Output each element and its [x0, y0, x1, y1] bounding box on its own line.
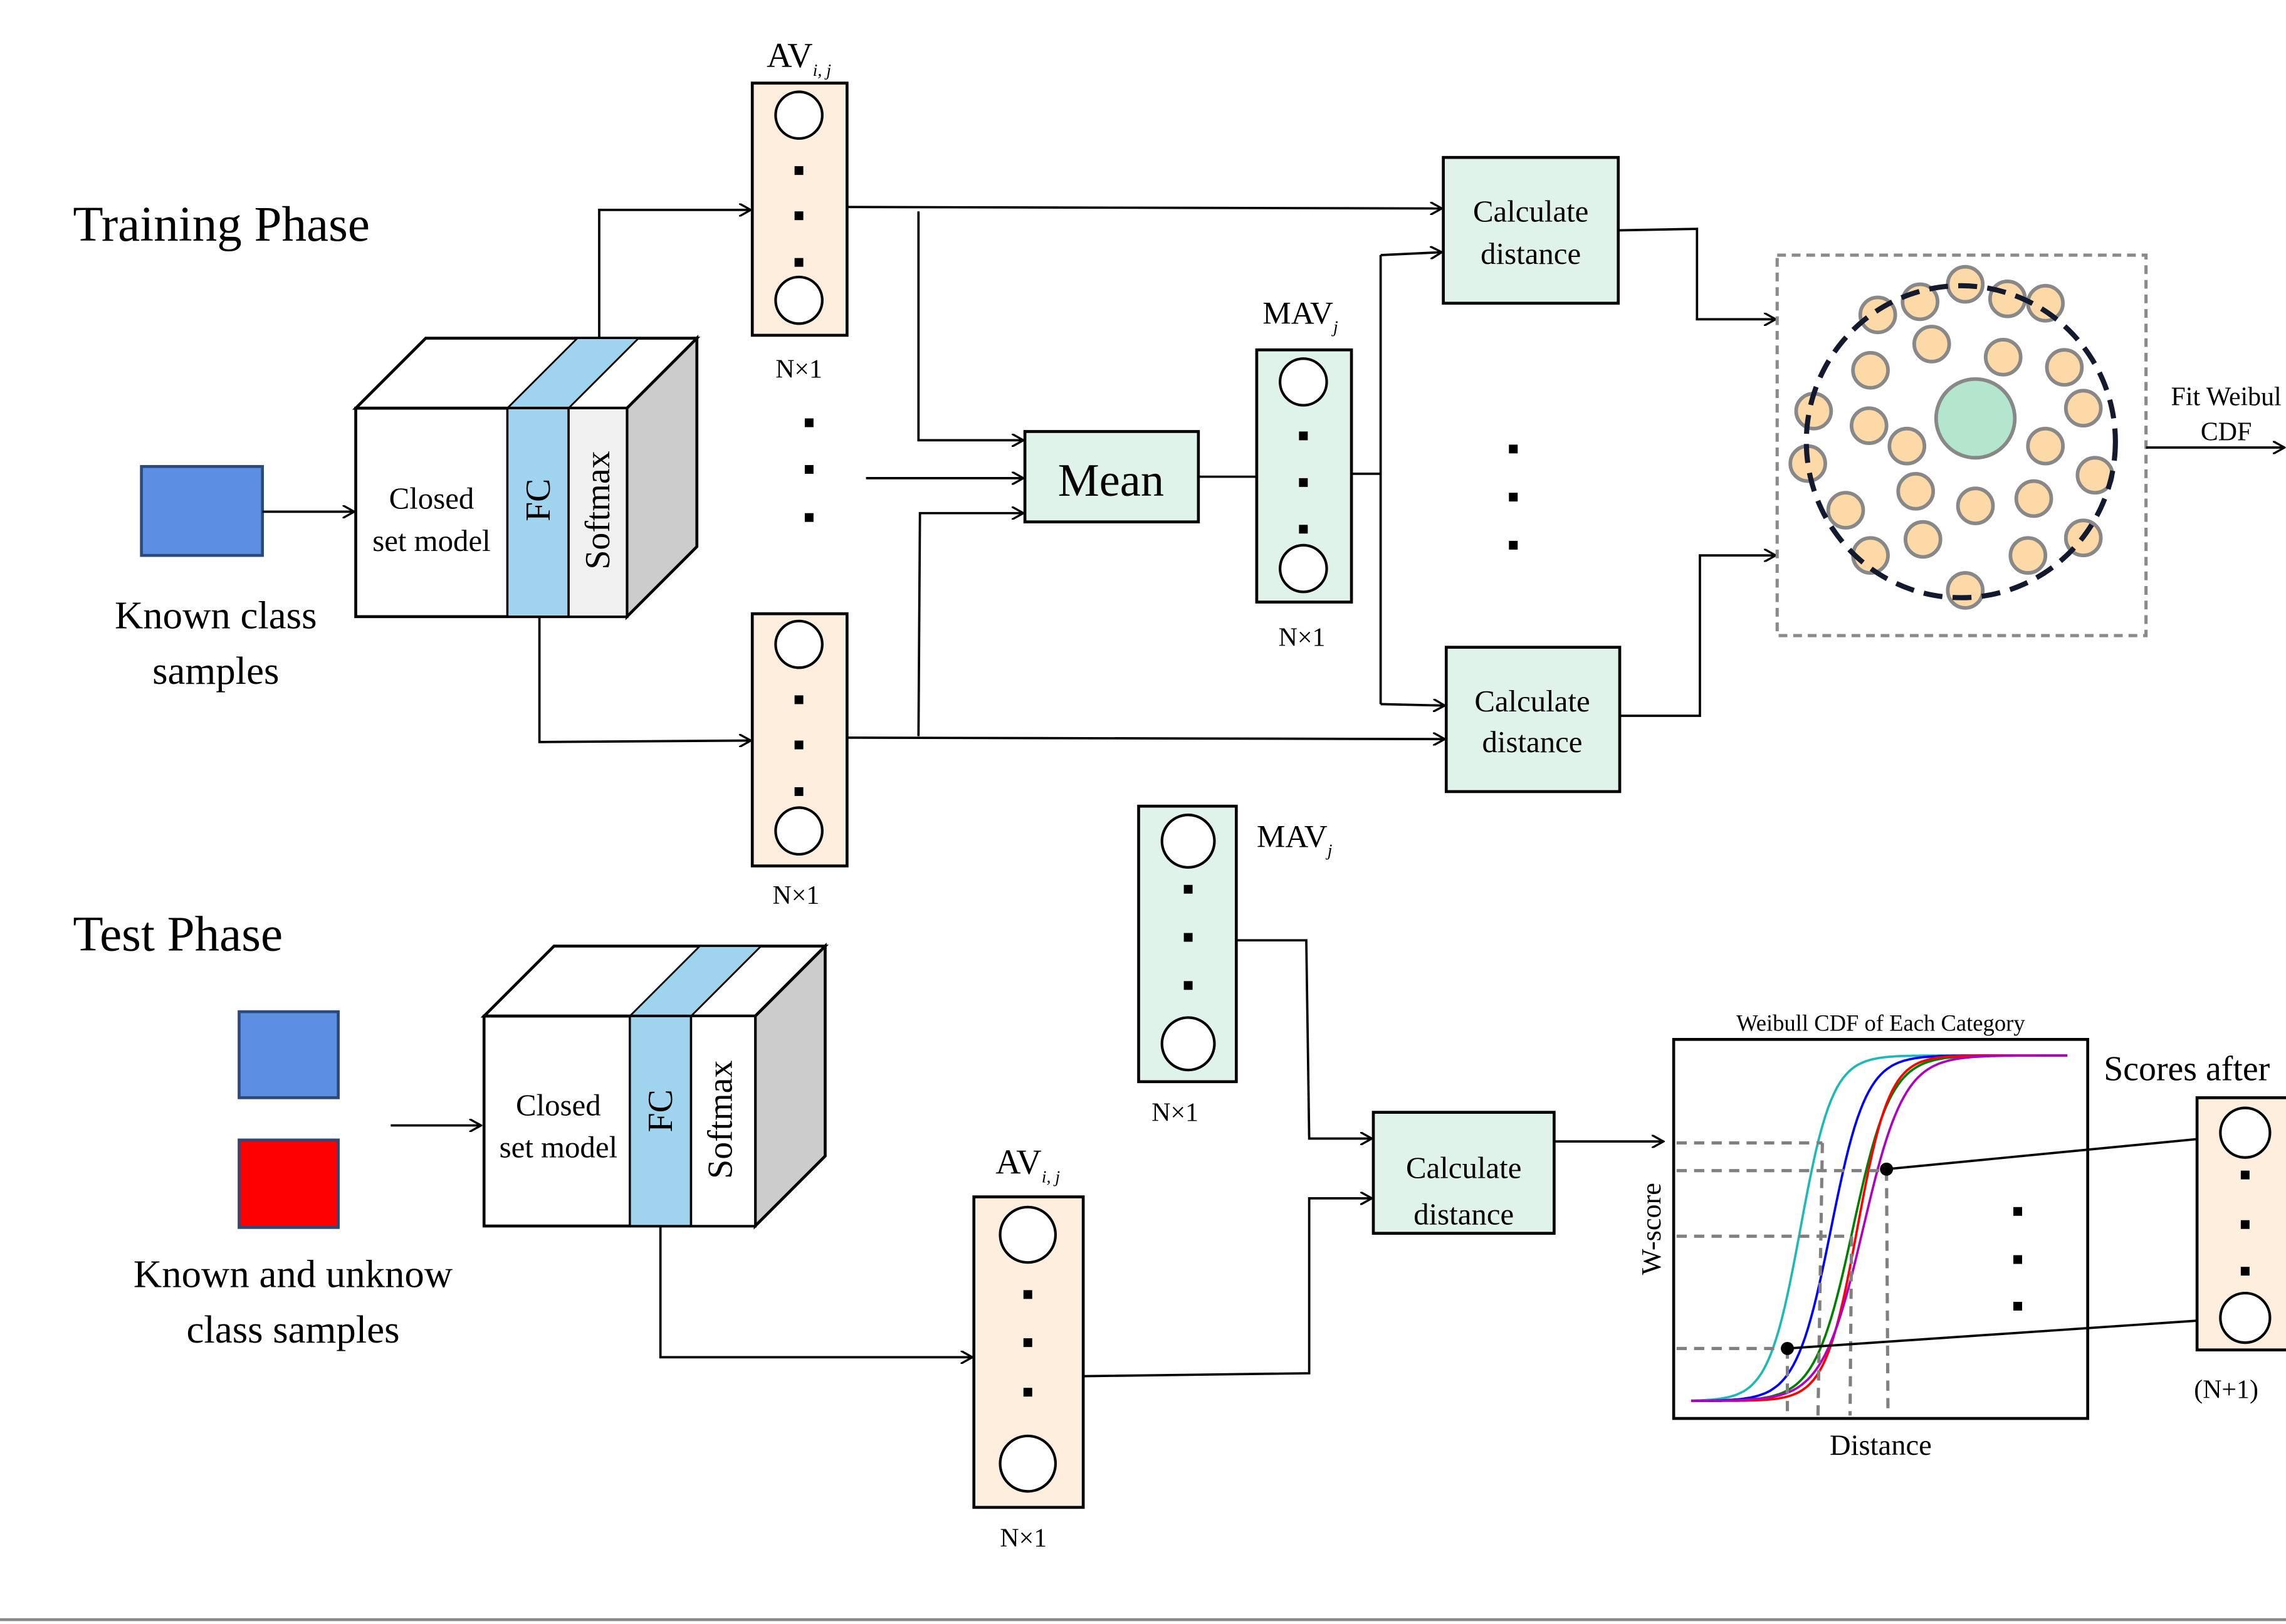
activation-vector-top: [750, 81, 849, 337]
mean-activation-vector-test: [1137, 804, 1238, 1084]
closed-set-model-training: Closed set model FC Softmax: [352, 334, 701, 621]
cluster-point: [1904, 520, 1943, 559]
known-sample: [238, 1010, 340, 1099]
svg-text:distance: distance: [1482, 725, 1583, 759]
cluster-point: [2045, 348, 2084, 387]
cluster-point: [2026, 283, 2065, 323]
mav-label-test: MAVj: [1257, 819, 1333, 860]
svg-text:distance: distance: [1413, 1197, 1514, 1232]
av-label-top: AVi, j: [767, 36, 831, 80]
cluster-point: [1946, 571, 1985, 610]
av-size-top: N×1: [775, 355, 822, 384]
unknown-sample: [238, 1138, 340, 1229]
fit-weibull-label: Fit Weibul CDF: [2171, 383, 2282, 447]
cluster-point: [1896, 471, 1936, 511]
cluster-point: [2008, 536, 2048, 575]
mean-activation-vector-training: [1255, 348, 1353, 604]
distance-cluster-panel: [1775, 253, 2148, 637]
av-size-bottom: N×1: [773, 881, 820, 910]
mav-size-training: N×1: [1279, 623, 1326, 652]
cluster-point: [1983, 338, 2023, 377]
av-size-test: N×1: [1000, 1524, 1047, 1553]
svg-text:Softmax: Softmax: [579, 451, 617, 569]
cluster-point: [1912, 325, 1951, 364]
scores-label: Scores after: [2104, 1049, 2270, 1088]
cluster-point: [1956, 486, 1995, 525]
activation-vector-bottom: [750, 612, 849, 867]
plot-ylabel: W-score: [1636, 1183, 1667, 1275]
weibull-cdf-plot: Weibull CDF of Each Category W-score Dis…: [1636, 1010, 2089, 1462]
cluster-point: [1851, 350, 1890, 390]
mav-label-training: MAVj: [1262, 295, 1338, 337]
svg-text:set model: set model: [500, 1130, 617, 1165]
cluster-point: [1826, 491, 1865, 530]
test-phase-title: Test Phase: [73, 907, 283, 961]
calculate-distance-box-bottom: [1444, 646, 1622, 794]
open-set-recognition-diagram: Training Phase Known class samples Closed…: [0, 36, 2286, 1621]
svg-text:Calculate: Calculate: [1473, 194, 1588, 229]
training-phase-title: Training Phase: [73, 197, 370, 252]
mean-label: Mean: [1058, 455, 1164, 506]
cluster-point: [1887, 426, 1927, 466]
scores-vector: [2195, 1096, 2286, 1352]
svg-text:Calculate: Calculate: [1474, 684, 1590, 718]
svg-text:distance: distance: [1481, 236, 1581, 271]
cluster-point: [2014, 479, 2053, 518]
scores-size: (N+1): [2194, 1375, 2258, 1404]
svg-text:Calculate: Calculate: [1406, 1150, 1521, 1185]
mav-size-test: N×1: [1151, 1099, 1198, 1128]
av-label-test: AVi, j: [995, 1143, 1060, 1187]
known-class-sample: [140, 464, 265, 557]
closed-set-model-test: Closed set model FC Softmax: [480, 942, 829, 1230]
svg-text:FC: FC: [641, 1089, 680, 1132]
activation-vector-test: [972, 1195, 1085, 1509]
cluster-point: [1849, 406, 1889, 445]
svg-text:FC: FC: [519, 479, 558, 521]
svg-text:Softmax: Softmax: [701, 1061, 740, 1179]
cluster-center: [1934, 377, 2017, 460]
plot-xlabel: Distance: [1830, 1430, 1932, 1462]
svg-text:Closed: Closed: [516, 1087, 601, 1122]
calculate-distance-box-top: [1442, 155, 1620, 305]
cluster-point: [2063, 389, 2103, 428]
known-class-label: Known class samples: [115, 593, 317, 692]
cluster-point: [2026, 426, 2065, 466]
ellipsis-dots-distances: [1509, 444, 1518, 550]
plot-title: Weibull CDF of Each Category: [1736, 1010, 2025, 1036]
ellipsis-dots: [804, 418, 814, 522]
svg-text:Closed: Closed: [389, 481, 475, 516]
known-unknown-label: Known and unknow class samples: [134, 1252, 453, 1351]
svg-text:set model: set model: [372, 523, 491, 558]
